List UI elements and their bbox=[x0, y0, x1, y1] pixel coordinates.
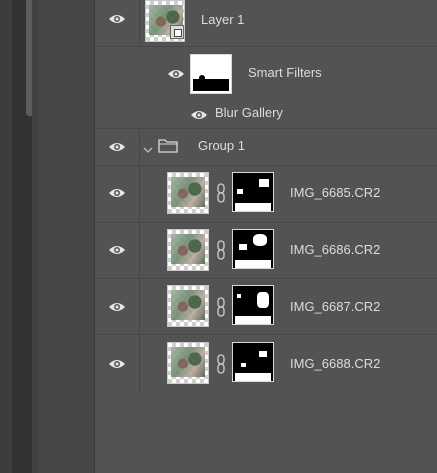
photo-thumbnail bbox=[171, 347, 205, 377]
visibility-column bbox=[95, 0, 140, 46]
visibility-column bbox=[95, 129, 140, 165]
layer-mask-thumbnail[interactable] bbox=[232, 172, 274, 212]
eye-icon[interactable] bbox=[108, 141, 126, 153]
smart-object-icon bbox=[170, 25, 184, 39]
layer-name[interactable]: IMG_6686.CR2 bbox=[290, 242, 380, 257]
chain-link-icon[interactable] bbox=[216, 240, 226, 260]
photo-thumbnail bbox=[171, 290, 205, 320]
chevron-down-icon[interactable] bbox=[143, 141, 153, 159]
panel-gutter bbox=[39, 0, 95, 473]
layer-thumbnail[interactable] bbox=[167, 342, 209, 384]
photo-thumbnail bbox=[171, 177, 205, 207]
layers-panel: Layer 1 Smart Filters Blur Gallery Group… bbox=[95, 0, 437, 473]
divider bbox=[32, 0, 39, 473]
layer-row-img-6686[interactable]: IMG_6686.CR2 bbox=[95, 223, 437, 279]
visibility-column bbox=[95, 223, 140, 278]
eye-icon[interactable] bbox=[108, 244, 126, 256]
empty-layers-area bbox=[95, 392, 437, 473]
layer-mask-thumbnail[interactable] bbox=[232, 285, 274, 325]
layer-thumbnail[interactable] bbox=[167, 172, 209, 214]
layer-name[interactable]: Layer 1 bbox=[201, 12, 244, 27]
eye-icon[interactable] bbox=[108, 187, 126, 199]
layer-row-blur-gallery[interactable]: Blur Gallery bbox=[95, 100, 437, 129]
smart-filters-label[interactable]: Smart Filters bbox=[248, 65, 322, 80]
chain-link-icon[interactable] bbox=[216, 354, 226, 374]
layer-name[interactable]: IMG_6688.CR2 bbox=[290, 356, 380, 371]
layer-thumbnail[interactable] bbox=[167, 285, 209, 327]
layer-row-layer-1[interactable]: Layer 1 bbox=[95, 0, 437, 47]
eye-icon[interactable] bbox=[108, 13, 126, 25]
layer-row-img-6687[interactable]: IMG_6687.CR2 bbox=[95, 279, 437, 335]
layer-name[interactable]: IMG_6687.CR2 bbox=[290, 299, 380, 314]
layer-name[interactable]: IMG_6685.CR2 bbox=[290, 185, 380, 200]
visibility-column bbox=[95, 166, 140, 222]
layer-thumbnail[interactable] bbox=[167, 229, 209, 271]
eye-icon[interactable] bbox=[190, 109, 208, 121]
layer-thumbnail[interactable] bbox=[145, 0, 185, 42]
smart-filter-mask-thumbnail[interactable] bbox=[190, 54, 232, 94]
eye-icon[interactable] bbox=[167, 68, 185, 80]
chain-link-icon[interactable] bbox=[216, 183, 226, 203]
chain-link-icon[interactable] bbox=[216, 297, 226, 317]
layer-row-img-6685[interactable]: IMG_6685.CR2 bbox=[95, 166, 437, 223]
layer-mask-thumbnail[interactable] bbox=[232, 342, 274, 382]
photo-thumbnail bbox=[171, 234, 205, 264]
visibility-column bbox=[95, 279, 140, 334]
layer-mask-thumbnail[interactable] bbox=[232, 229, 274, 269]
layer-row-group-1[interactable]: Group 1 bbox=[95, 129, 437, 166]
filter-name[interactable]: Blur Gallery bbox=[215, 105, 283, 120]
layer-row-img-6688[interactable]: IMG_6688.CR2 bbox=[95, 335, 437, 393]
folder-icon bbox=[158, 138, 178, 158]
visibility-column bbox=[95, 335, 140, 392]
eye-icon[interactable] bbox=[108, 358, 126, 370]
layer-row-smart-filters[interactable]: Smart Filters bbox=[95, 46, 437, 100]
scrollbar-track[interactable] bbox=[12, 0, 42, 473]
group-name[interactable]: Group 1 bbox=[198, 138, 245, 153]
scrollbar-track-left bbox=[0, 0, 12, 473]
eye-icon[interactable] bbox=[108, 301, 126, 313]
